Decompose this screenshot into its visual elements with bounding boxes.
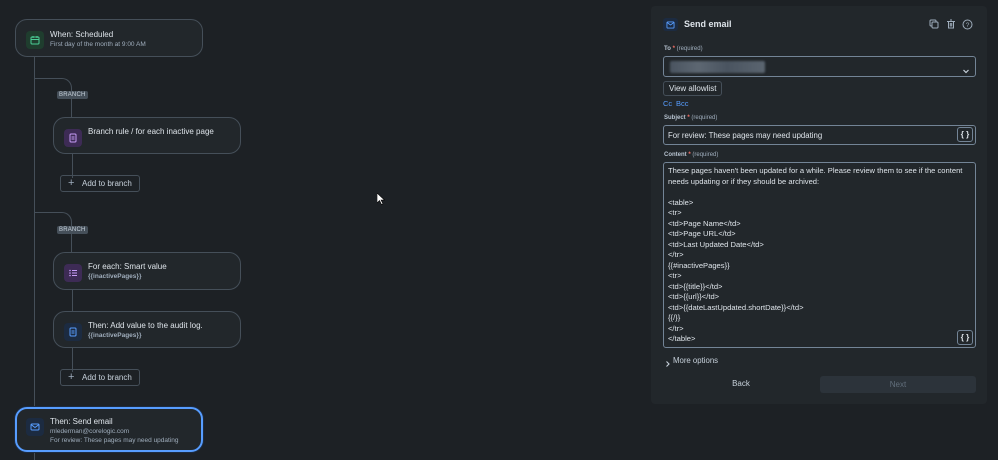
smart-value-button[interactable]: { }: [957, 330, 973, 345]
to-label: To * (required): [664, 46, 703, 52]
duplicate-icon[interactable]: [928, 18, 940, 30]
branch-badge: BRANCH: [57, 91, 88, 99]
content-line: </table>: [668, 334, 696, 343]
bcc-link[interactable]: Bcc: [676, 99, 689, 108]
view-allowlist-button[interactable]: View allowlist: [663, 81, 723, 96]
add-to-branch-button[interactable]: + Add to branch: [60, 175, 140, 192]
send-email-recipient: mlederman@corelogic.com: [50, 428, 130, 435]
content-line: </tr>: [668, 250, 684, 259]
next-button[interactable]: Next: [820, 376, 976, 393]
branch2-link: [72, 289, 73, 312]
help-icon[interactable]: ?: [961, 18, 973, 30]
subject-label: Subject * (required): [664, 115, 718, 121]
content-line: <td>{{title}}</td>: [668, 281, 723, 291]
audit-log-subtitle: {{inactivePages}}: [88, 332, 142, 339]
trigger-title: When: Scheduled: [50, 30, 114, 39]
branch-rule-card[interactable]: Branch rule / for each inactive page: [53, 117, 241, 154]
content-line: <tr>: [668, 208, 682, 217]
mouse-cursor-icon: [377, 193, 385, 205]
to-select[interactable]: [663, 56, 976, 77]
content-line: <td>Last Updated Date</td>: [668, 239, 764, 249]
trigger-subtitle: First day of the month at 9:00 AM: [50, 41, 146, 48]
content-line: [668, 187, 962, 198]
smart-value-button[interactable]: { }: [957, 127, 973, 142]
audit-log-icon: [64, 323, 82, 341]
add-to-branch-label: Add to branch: [82, 373, 132, 382]
audit-log-title: Then: Add value to the audit log.: [88, 321, 203, 330]
plus-icon: +: [68, 177, 75, 189]
chevron-right-icon[interactable]: [664, 355, 671, 373]
automation-canvas: When: Scheduled First day of the month a…: [0, 0, 650, 460]
recipient-chip: [670, 61, 765, 73]
calendar-icon: [26, 31, 44, 49]
content-line: <tr>: [668, 271, 682, 280]
branch-badge: BRANCH: [57, 226, 88, 234]
panel-title: Send email: [684, 19, 732, 29]
content-line: <td>Page URL</td>: [668, 229, 736, 238]
audit-log-card[interactable]: Then: Add value to the audit log. {{inac…: [53, 311, 241, 348]
for-each-title: For each: Smart value: [88, 262, 167, 271]
subject-value: For review: These pages may need updatin…: [668, 131, 823, 140]
content-line: <td>Page Name</td>: [668, 218, 741, 228]
more-options-toggle[interactable]: More options: [673, 356, 718, 365]
content-line: <table>: [668, 197, 694, 207]
add-to-branch-label: Add to branch: [82, 179, 132, 188]
send-email-subject: For review: These pages may need updatin…: [50, 437, 179, 444]
send-email-panel: Send email ? To * (required) View allowl…: [651, 6, 987, 404]
content-line: <td>{{dateLastUpdated.shortDate}}</td>: [668, 302, 804, 312]
for-each-card[interactable]: For each: Smart value {{inactivePages}}: [53, 252, 241, 290]
trash-icon[interactable]: [945, 18, 957, 30]
trigger-card[interactable]: When: Scheduled First day of the month a…: [15, 19, 203, 57]
back-button[interactable]: Back: [663, 375, 819, 393]
content-line: <td>{{url}}</td>: [668, 292, 720, 301]
plus-icon: +: [68, 371, 75, 383]
content-textarea[interactable]: These pages haven't been updated for a w…: [663, 162, 976, 348]
cc-link[interactable]: Cc: [663, 99, 672, 108]
chevron-down-icon: [962, 62, 970, 80]
content-line: These pages haven't been updated for a w…: [668, 166, 963, 175]
send-email-title: Then: Send email: [50, 417, 113, 426]
content-line: {{/}}: [668, 313, 681, 322]
list-icon: [64, 264, 82, 282]
add-to-branch-button[interactable]: + Add to branch: [60, 369, 140, 386]
branch-rule-icon: [64, 129, 82, 147]
mail-icon: [26, 418, 44, 436]
mail-icon: [663, 18, 678, 31]
subject-input[interactable]: For review: These pages may need updatin…: [663, 125, 976, 145]
send-email-card[interactable]: Then: Send email mlederman@corelogic.com…: [15, 407, 203, 452]
branch-rule-title: Branch rule / for each inactive page: [88, 127, 214, 136]
content-text: These pages haven't been updated for a w…: [668, 166, 962, 345]
content-line: needs updating or if they should be arch…: [668, 176, 820, 186]
content-line: {{#inactivePages}}: [668, 260, 730, 270]
svg-text:?: ?: [965, 22, 969, 29]
content-line: </tr>: [668, 323, 684, 333]
for-each-subtitle: {{inactivePages}}: [88, 273, 142, 280]
content-label: Content * (required): [664, 152, 719, 158]
